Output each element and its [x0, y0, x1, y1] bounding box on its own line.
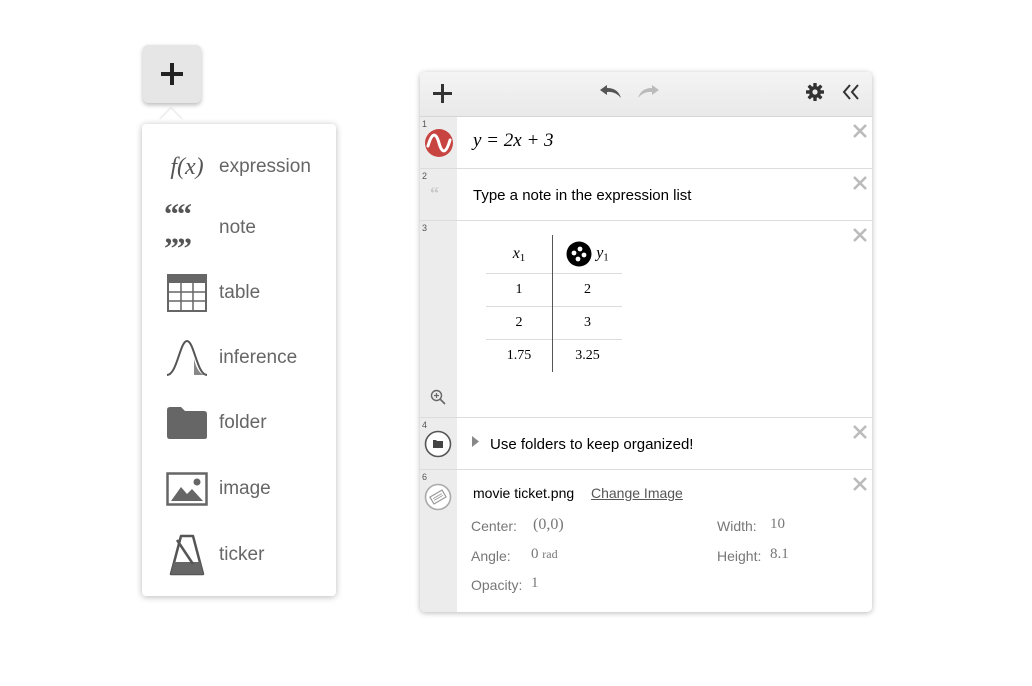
bell-curve-icon: [164, 336, 210, 380]
row-number: 3: [422, 223, 428, 233]
point-style-icon[interactable]: [566, 241, 592, 267]
metronome-icon: [164, 533, 210, 577]
folder-row[interactable]: 4 Use folders to keep organized!: [420, 418, 872, 470]
angle-label: Angle:: [471, 548, 511, 564]
row-number: 6: [422, 472, 428, 482]
height-label: Height:: [717, 548, 762, 564]
note-text[interactable]: Type a note in the expression list: [473, 187, 691, 204]
table-cell[interactable]: 3: [552, 306, 622, 340]
table-cell[interactable]: 1.75: [486, 339, 553, 372]
close-icon[interactable]: [852, 123, 868, 139]
image-icon: [164, 467, 210, 511]
fx-icon: f(x): [170, 153, 204, 180]
close-icon[interactable]: [852, 175, 868, 191]
menu-item-label: expression: [219, 156, 311, 177]
table-data-row: 2 3: [486, 306, 622, 340]
menu-item-label: folder: [219, 412, 267, 433]
table-cell[interactable]: 2: [552, 273, 622, 307]
angle-value[interactable]: 0 rad: [531, 546, 558, 563]
close-icon[interactable]: [852, 476, 868, 492]
quote-icon: ““ ””: [164, 198, 192, 265]
table-cell[interactable]: 2: [486, 306, 553, 340]
opacity-label: Opacity:: [471, 577, 523, 593]
menu-item-label: image: [219, 478, 271, 499]
folder-title[interactable]: Use folders to keep organized!: [490, 436, 693, 453]
gear-icon[interactable]: [806, 83, 824, 101]
menu-item-note[interactable]: ““ ”” note: [142, 198, 336, 265]
table-data-row: 1 2: [486, 273, 622, 307]
expression-row[interactable]: 1 y = 2x + 3: [420, 117, 872, 169]
close-icon[interactable]: [852, 424, 868, 440]
opacity-value[interactable]: 1: [531, 575, 539, 592]
quote-icon: “: [430, 183, 439, 203]
plus-icon: [161, 63, 183, 85]
expression-panel: 1 y = 2x + 3 2 “ Type a note in the expr…: [420, 72, 872, 612]
width-value[interactable]: 10: [770, 516, 785, 533]
close-icon[interactable]: [852, 227, 868, 243]
center-value[interactable]: (0,0): [533, 516, 564, 534]
double-chevron-left-icon[interactable]: [842, 83, 860, 101]
center-label: Center:: [471, 518, 517, 534]
table-header-y[interactable]: y1: [553, 235, 623, 274]
note-row[interactable]: 2 “ Type a note in the expression list: [420, 169, 872, 221]
menu-item-label: note: [219, 217, 256, 238]
menu-item-ticker[interactable]: ticker: [142, 526, 336, 584]
row-number: 4: [422, 420, 428, 430]
image-row[interactable]: 6 movie ticket.png Change Image Center: …: [420, 470, 872, 612]
undo-icon[interactable]: [599, 84, 623, 100]
triangle-right-icon[interactable]: [471, 435, 480, 448]
folder-icon: [164, 401, 210, 445]
add-item-menu: f(x) expression ““ ”” note table inferen…: [142, 124, 336, 596]
table-header-x[interactable]: x1: [486, 235, 553, 274]
add-item-button[interactable]: [143, 45, 201, 103]
table-cell[interactable]: 3.25: [552, 339, 622, 372]
expression-latex[interactable]: y = 2x + 3: [473, 130, 554, 152]
height-value[interactable]: 8.1: [770, 546, 789, 563]
menu-item-image[interactable]: image: [142, 460, 336, 518]
data-table[interactable]: x1 y1 1 2 2 3 1.75 3.25: [486, 235, 622, 372]
menu-item-label: ticker: [219, 544, 265, 565]
table-row[interactable]: 3 x1 y1 1 2 2 3 1.75 3.25: [420, 221, 872, 418]
menu-item-label: table: [219, 282, 261, 303]
menu-item-folder[interactable]: folder: [142, 394, 336, 452]
expression-toolbar: [420, 72, 872, 117]
row-number: 2: [422, 171, 428, 181]
redo-icon[interactable]: [636, 84, 660, 100]
zoom-fit-icon[interactable]: [430, 389, 446, 405]
menu-item-inference[interactable]: inference: [142, 329, 336, 387]
menu-item-expression[interactable]: f(x) expression: [142, 138, 336, 196]
table-cell[interactable]: 1: [486, 273, 553, 307]
image-filename: movie ticket.png: [473, 485, 575, 501]
change-image-link[interactable]: Change Image: [591, 485, 683, 501]
width-label: Width:: [717, 518, 757, 534]
image-thumbnail-icon[interactable]: [424, 483, 452, 511]
table-data-row: 1.75 3.25: [486, 339, 622, 372]
graph-color-icon[interactable]: [424, 128, 454, 158]
menu-item-label: inference: [219, 347, 298, 368]
plus-icon[interactable]: [433, 84, 452, 103]
table-icon: [164, 271, 210, 315]
menu-item-table[interactable]: table: [142, 264, 336, 322]
folder-icon[interactable]: [424, 430, 452, 458]
